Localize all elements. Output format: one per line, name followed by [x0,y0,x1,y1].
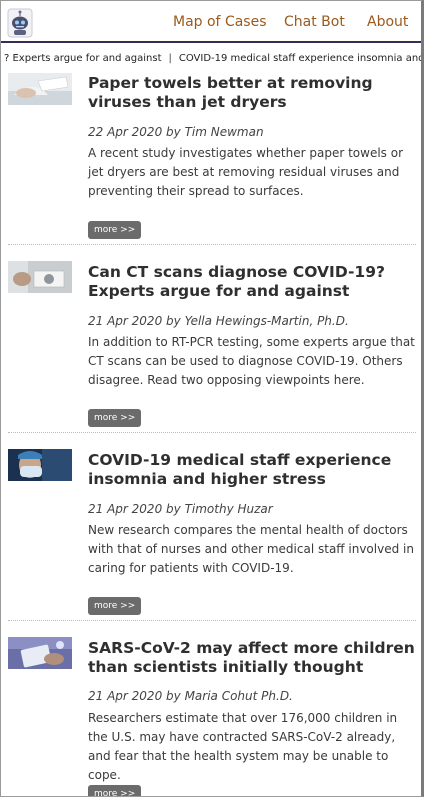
article-author: by Tim Newman [166,125,264,139]
more-button[interactable]: more >> [88,597,142,615]
article-thumbnail[interactable] [8,637,72,669]
more-button[interactable]: more >> [88,221,142,239]
nav-chat-bot[interactable]: Chat Bot [284,14,345,30]
article-title[interactable]: Paper towels better at removing viruses … [88,74,416,112]
article-author: by Maria Cohut Ph.D. [166,689,293,703]
article-thumbnail[interactable] [8,449,72,481]
article-summary: In addition to RT-PCR testing, some expe… [88,335,415,387]
article-summary: New research compares the mental health … [88,523,414,575]
article-divider [8,244,416,245]
article-thumbnail[interactable] [8,73,72,105]
header-bar: Map of Cases Chat Bot About [1,1,421,43]
article-divider [8,432,416,433]
article-divider [8,620,416,621]
ticker-item[interactable]: ? Experts argue for and against [4,53,162,64]
ticker-item[interactable]: COVID-19 medical staff experience insomn… [179,53,421,64]
more-button[interactable]: more >> [88,409,142,427]
article-byline: 21 Apr 2020 by Maria Cohut Ph.D. [88,689,293,703]
article-date: 21 Apr 2020 [88,314,163,328]
article-date: 21 Apr 2020 [88,502,163,516]
article-thumbnail[interactable] [8,261,72,293]
article-byline: 21 Apr 2020 by Yella Hewings-Martin, Ph.… [88,314,349,328]
nav-map-of-cases[interactable]: Map of Cases [173,14,267,30]
article-title[interactable]: SARS-CoV-2 may affect more children than… [88,639,416,677]
article-date: 21 Apr 2020 [88,689,163,703]
article-date: 22 Apr 2020 [88,125,163,139]
more-button[interactable]: more >> [88,785,142,796]
news-ticker[interactable]: ? Experts argue for and against | COVID-19… [1,48,421,70]
article-byline: 22 Apr 2020 by Tim Newman [88,125,264,139]
app-frame: Map of Cases Chat Bot About ? Experts ar… [0,0,424,797]
article-title[interactable]: Can CT scans diagnose COVID-19? Experts … [88,263,416,301]
article-title[interactable]: COVID-19 medical staff experience insomn… [88,451,416,489]
article-summary: A recent study investigates whether pape… [88,146,403,198]
article-byline: 21 Apr 2020 by Timothy Huzar [88,502,273,516]
robot-logo-icon[interactable] [7,8,33,38]
article-author: by Yella Hewings-Martin, Ph.D. [166,314,349,328]
article-summary: Researchers estimate that over 176,000 c… [88,711,398,782]
ticker-separator: | [168,53,172,64]
article-author: by Timothy Huzar [166,502,273,516]
nav-about[interactable]: About [367,14,408,30]
